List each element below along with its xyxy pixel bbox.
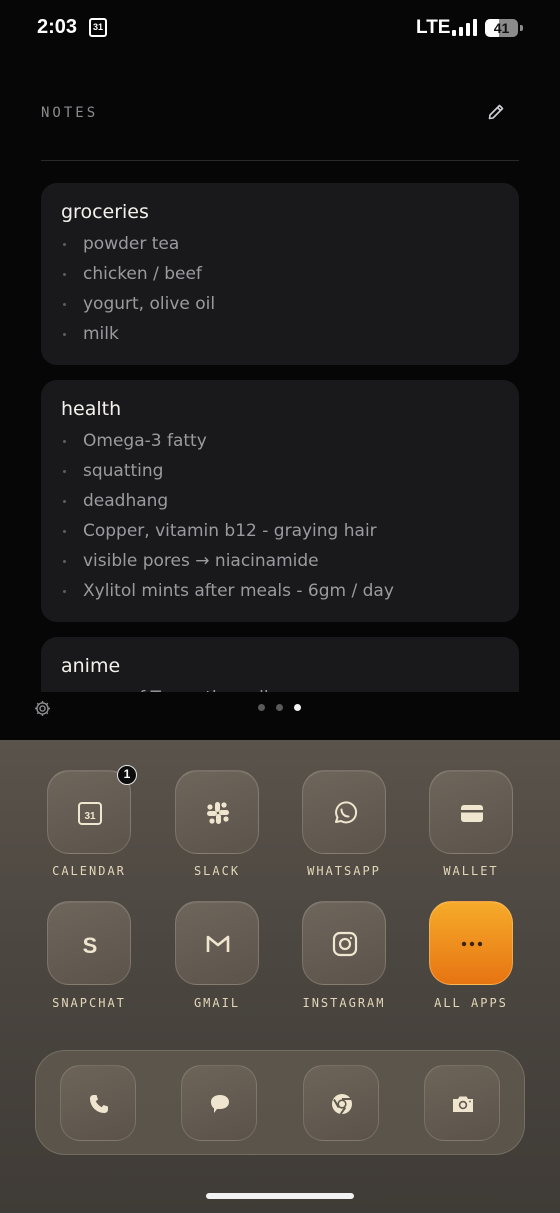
note-card-groceries[interactable]: groceries powder tea chicken / beef yogu… xyxy=(41,183,519,365)
note-card-anime[interactable]: anime saga of Tanya the evil xyxy=(41,637,519,692)
note-title: health xyxy=(61,398,122,420)
note-item: Copper, vitamin b12 - graying hair xyxy=(61,516,499,546)
calendar-notification-icon: 31 xyxy=(89,18,107,37)
slack-icon xyxy=(207,802,229,824)
messages-icon xyxy=(211,1095,229,1113)
notification-badge: 1 xyxy=(117,765,137,785)
note-item: chicken / beef xyxy=(61,259,499,289)
note-item: powder tea xyxy=(61,229,499,259)
page-indicator xyxy=(258,704,304,712)
note-item: visible pores → niacinamide xyxy=(61,546,499,576)
whatsapp-app[interactable] xyxy=(302,770,386,854)
battery-level: 41 xyxy=(493,20,510,36)
camera-app[interactable] xyxy=(424,1065,500,1141)
page-dot-active xyxy=(294,704,301,711)
snapchat-app[interactable]: S xyxy=(47,901,131,985)
wallet-app[interactable] xyxy=(429,770,513,854)
snapchat-icon: S xyxy=(83,933,98,957)
note-item: Omega-3 fatty xyxy=(61,426,499,456)
status-time: 2:03 xyxy=(37,16,78,38)
page-dot xyxy=(258,704,265,711)
svg-text:31: 31 xyxy=(84,811,96,822)
svg-text:S: S xyxy=(83,933,98,957)
battery-icon: 41 xyxy=(485,19,523,37)
instagram-app[interactable] xyxy=(302,901,386,985)
more-dots-icon xyxy=(461,941,483,947)
camera-icon xyxy=(453,1096,473,1112)
all-apps-button[interactable] xyxy=(429,901,513,985)
note-card-health[interactable]: health Omega-3 fatty squatting deadhang … xyxy=(41,380,519,622)
app-label: INSTAGRAM xyxy=(302,996,386,1010)
page-dot xyxy=(276,704,283,711)
notes-list[interactable]: groceries powder tea chicken / beef yogu… xyxy=(41,183,519,692)
notes-title: NOTES xyxy=(41,105,99,121)
notes-widget-header: NOTES xyxy=(41,103,519,161)
note-item: saga of Tanya the evil xyxy=(61,683,499,692)
app-label: GMAIL xyxy=(193,996,241,1010)
whatsapp-icon xyxy=(335,801,358,824)
app-label: CALENDAR xyxy=(52,864,126,878)
home-indicator[interactable] xyxy=(206,1193,354,1199)
app-label: SLACK xyxy=(193,864,241,878)
gmail-icon xyxy=(206,935,230,952)
chrome-icon xyxy=(332,1094,352,1115)
network-type: LTE xyxy=(416,17,451,38)
gmail-app[interactable] xyxy=(175,901,259,985)
slack-app[interactable] xyxy=(175,770,259,854)
note-item: Xylitol mints after meals - 6gm / day xyxy=(61,576,499,606)
app-label: WHATSAPP xyxy=(307,864,381,878)
settings-gear-icon[interactable] xyxy=(33,699,52,718)
note-title: anime xyxy=(61,655,121,677)
wallet-icon xyxy=(461,805,483,822)
signal-icon xyxy=(452,19,477,36)
note-item: squatting xyxy=(61,456,499,486)
app-label: SNAPCHAT xyxy=(52,996,126,1010)
app-label: ALL APPS xyxy=(434,996,508,1010)
edit-pencil-icon[interactable] xyxy=(487,103,505,121)
note-title: groceries xyxy=(61,201,149,223)
chrome-app[interactable] xyxy=(303,1065,379,1141)
phone-icon xyxy=(90,1095,108,1113)
note-item: deadhang xyxy=(61,486,499,516)
messages-app[interactable] xyxy=(181,1065,257,1141)
app-label: WALLET xyxy=(443,864,499,878)
phone-app[interactable] xyxy=(60,1065,136,1141)
status-bar: 2:03 31 LTE 41 xyxy=(0,0,560,56)
note-item: yogurt, olive oil xyxy=(61,289,499,319)
instagram-icon xyxy=(332,931,358,957)
calendar-app[interactable]: 31 xyxy=(47,770,131,854)
calendar-icon: 31 xyxy=(78,802,102,825)
note-item: milk xyxy=(61,319,499,349)
